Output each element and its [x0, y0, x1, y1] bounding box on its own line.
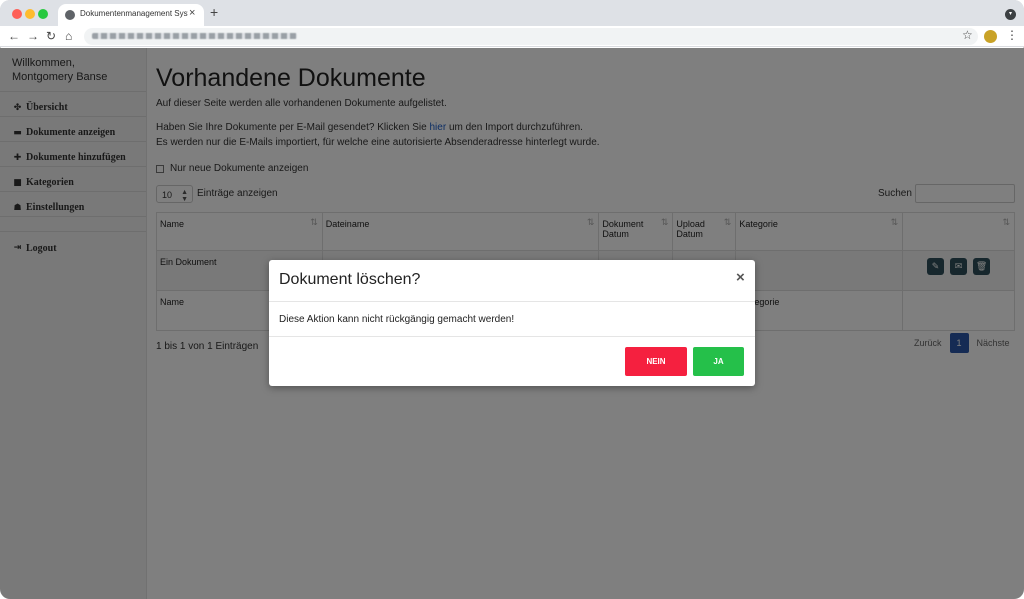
tab-close-icon[interactable]: ×	[189, 7, 195, 19]
modal-close-icon[interactable]: ×	[736, 269, 745, 286]
address-bar[interactable]: ☆	[84, 28, 978, 45]
blurred-url	[92, 33, 297, 39]
yes-button[interactable]: JA	[693, 347, 744, 376]
modal-footer: NEIN JA	[269, 337, 755, 386]
globe-icon	[65, 10, 75, 20]
tab-search-icon[interactable]: ▾	[1005, 9, 1016, 20]
modal-body: Diese Aktion kann nicht rückgängig gemac…	[269, 302, 755, 337]
bookmark-star-icon[interactable]: ☆	[962, 28, 973, 42]
browser-window: Dokumentenmanagement Syst × + ▾ ← → ↻ ⌂ …	[0, 0, 1024, 599]
delete-confirm-modal: Dokument löschen? × Diese Aktion kann ni…	[269, 260, 755, 386]
close-window-button[interactable]	[12, 9, 22, 19]
browser-toolbar: ← → ↻ ⌂ ☆ ⋮	[0, 26, 1024, 47]
modal-title: Dokument löschen?	[279, 271, 421, 288]
minimize-window-button[interactable]	[25, 9, 35, 19]
browser-menu-icon[interactable]: ⋮	[1006, 28, 1018, 42]
tab-title: Dokumentenmanagement Syst	[80, 9, 188, 18]
modal-header: Dokument löschen? ×	[269, 260, 755, 302]
browser-tab[interactable]: Dokumentenmanagement Syst ×	[58, 4, 204, 26]
no-button[interactable]: NEIN	[625, 347, 687, 376]
back-icon[interactable]: ←	[8, 29, 20, 43]
forward-icon[interactable]: →	[27, 29, 39, 43]
reload-icon[interactable]: ↻	[46, 29, 56, 43]
extension-icon[interactable]	[984, 30, 997, 43]
maximize-window-button[interactable]	[38, 9, 48, 19]
tab-bar: Dokumentenmanagement Syst × + ▾	[0, 0, 1024, 26]
modal-message: Diese Aktion kann nicht rückgängig gemac…	[279, 314, 515, 325]
home-icon[interactable]: ⌂	[65, 29, 72, 43]
new-tab-button[interactable]: +	[210, 5, 218, 19]
